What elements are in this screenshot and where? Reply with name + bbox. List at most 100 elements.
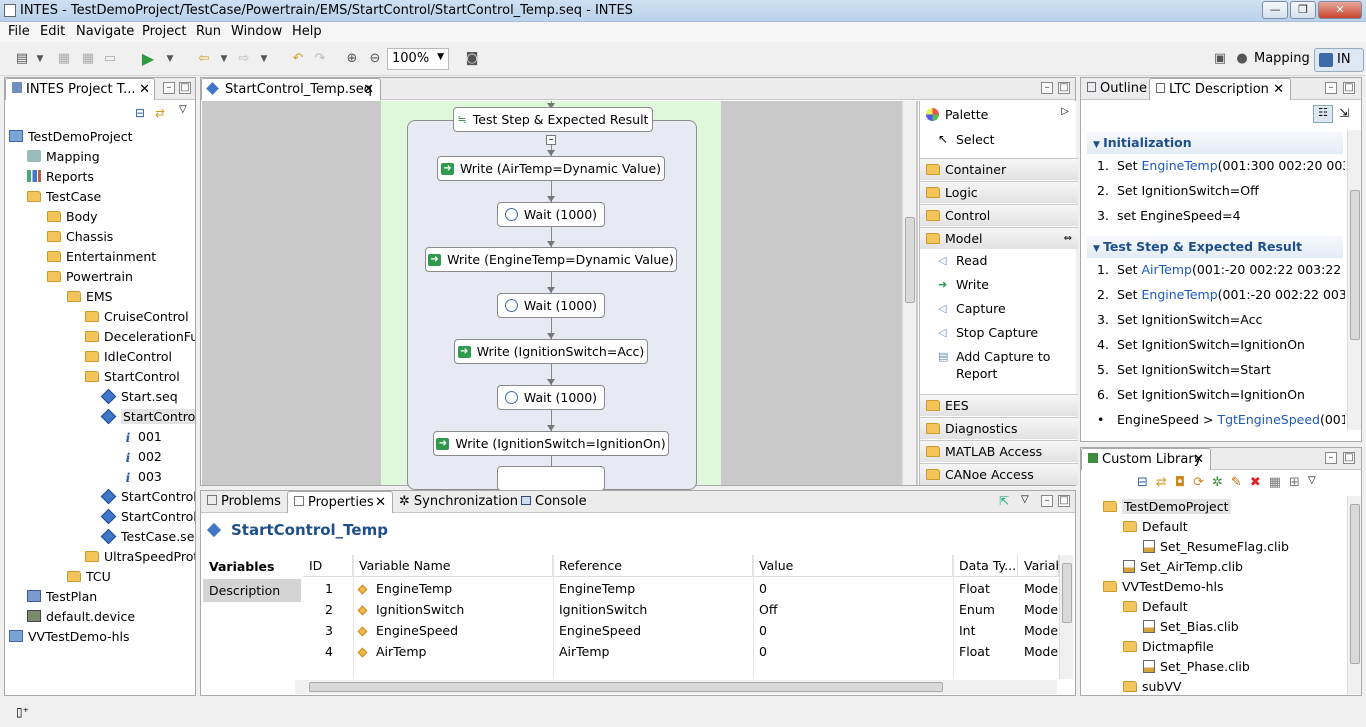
tree-item[interactable]: Start.seq [100, 386, 178, 406]
run-icon[interactable]: ▶ [140, 51, 156, 67]
view-menu-icon[interactable]: ▽ [1308, 475, 1316, 493]
library-item[interactable]: TestDemoProject [1103, 496, 1231, 516]
zoom-select[interactable]: 100% ▼ [387, 48, 449, 70]
close-icon[interactable]: ✕ [139, 82, 150, 97]
palette-drawer-ees[interactable]: EES [920, 394, 1078, 416]
column-header[interactable]: Data Ty... [953, 555, 1018, 577]
close-icon[interactable]: ✕ [1273, 82, 1284, 97]
minimize-icon[interactable]: – [1041, 82, 1053, 94]
maximize-icon[interactable]: □ [1058, 82, 1070, 94]
table-vscrollbar[interactable] [1059, 555, 1073, 679]
library-item[interactable]: Set_Bias.clib [1143, 616, 1239, 636]
tab-outline[interactable]: Outline [1081, 78, 1149, 100]
view-menu-icon[interactable]: ▽ [1021, 494, 1029, 505]
menu-run[interactable]: Run [196, 24, 221, 39]
side-tab-description[interactable]: Description [203, 579, 301, 602]
library-item[interactable]: Default [1123, 516, 1188, 536]
ltc-variable-link[interactable]: AirTemp [1142, 262, 1192, 277]
menu-project[interactable]: Project [142, 24, 186, 39]
tree-item[interactable]: i 002 [123, 446, 162, 466]
link-icon[interactable]: ⇄ [1156, 475, 1167, 493]
menu-window[interactable]: Window [231, 24, 282, 39]
palette-select-tool[interactable]: ↖ Select [938, 132, 995, 147]
library-item[interactable]: Default [1123, 596, 1188, 616]
palette-item-read[interactable]: ◁ Read [938, 252, 1073, 269]
write-node[interactable]: ➜ Write (AirTemp=Dynamic Value) [437, 156, 665, 181]
tab-properties[interactable]: Properties ✕ [287, 491, 393, 513]
column-header[interactable]: Variable Name [353, 555, 553, 577]
library-scrollbar[interactable] [1347, 496, 1361, 694]
tree-view-icon[interactable]: ☷ [1313, 105, 1333, 123]
zoom-in-icon[interactable]: ⊕ [344, 51, 360, 67]
library-item[interactable]: Set_ResumeFlag.clib [1143, 536, 1289, 556]
table-row[interactable]: 2 IgnitionSwitch IgnitionSwitch Off Enum Mode [303, 599, 1059, 620]
close-icon[interactable]: ✕ [375, 495, 386, 510]
canvas-scrollbar[interactable] [902, 101, 916, 485]
column-header[interactable]: Value [753, 555, 953, 577]
table-hscrollbar[interactable] [295, 680, 1057, 694]
tree-item[interactable]: DecelerationFue [85, 326, 195, 346]
refresh-icon[interactable]: ⟳ [1193, 475, 1204, 493]
settings-icon[interactable]: ✲ [1212, 475, 1223, 493]
tree-item[interactable]: TestCase.sec [100, 526, 195, 546]
column-header[interactable]: Variab [1018, 555, 1059, 577]
column-header[interactable]: Reference [553, 555, 753, 577]
test-step-header-node[interactable]: ≒ Test Step & Expected Result [453, 107, 653, 132]
library-item[interactable]: VVTestDemo-hls [1103, 576, 1224, 596]
diagram-canvas[interactable]: ≒ Test Step & Expected Result – ➜ Write (A… [202, 101, 918, 491]
library-item[interactable]: subVV [1123, 676, 1181, 694]
side-tab-variables[interactable]: Variables [203, 555, 301, 578]
new-icon[interactable]: ▤ [14, 51, 30, 67]
tree-item[interactable]: IdleControl [85, 346, 172, 366]
minimize-icon[interactable]: – [1325, 82, 1337, 94]
tab-custom-library[interactable]: Custom Library ✕ [1081, 448, 1211, 470]
dropdown-icon[interactable]: ▼ [32, 51, 48, 67]
close-icon[interactable]: ✕ [363, 82, 374, 97]
tab-project-explorer[interactable]: INTES Project T... ✕ [5, 78, 155, 100]
tree-item[interactable]: Reports [27, 166, 94, 186]
table-icon[interactable]: ▦ [1269, 475, 1281, 493]
forward-dropdown-icon[interactable]: ▼ [256, 51, 272, 67]
menu-edit[interactable]: Edit [40, 24, 65, 39]
tab-editor-file[interactable]: StartControl_Temp.seq ✕ [201, 78, 381, 100]
write-node[interactable]: ➜ Write (EngineTemp=Dynamic Value) [425, 247, 677, 272]
export-icon[interactable]: ⇲ [1339, 106, 1349, 120]
save-icon[interactable]: ▦ [56, 51, 72, 67]
partial-node[interactable] [497, 466, 605, 491]
palette-header[interactable]: Palette ▷ [920, 101, 1077, 127]
ltc-variable-link[interactable]: EngineTemp [1142, 287, 1218, 302]
library-item[interactable]: Dictmapfile [1123, 636, 1214, 656]
open-perspective-icon[interactable]: ▣ [1212, 51, 1228, 67]
tree-item[interactable]: i 003 [123, 466, 162, 486]
redo-icon[interactable]: ↷ [312, 51, 328, 67]
tree-item[interactable]: VVTestDemo-hls [9, 626, 130, 646]
palette-item-capture[interactable]: ◁ Capture [938, 300, 1073, 317]
palette-drawer-model[interactable]: Model ⇔ [920, 227, 1078, 249]
minimize-icon[interactable]: – [163, 82, 175, 94]
tree-item[interactable]: default.device [27, 606, 135, 626]
tree-item[interactable]: StartControl_ [100, 406, 195, 426]
tab-synchronization[interactable]: ✲ Synchronization [393, 491, 518, 513]
tree-item[interactable]: CruiseControl [85, 306, 189, 326]
write-node[interactable]: ➜ Write (IgnitionSwitch=Acc) [454, 339, 648, 364]
maximize-icon[interactable]: □ [1343, 82, 1355, 94]
run-dropdown-icon[interactable]: ▼ [162, 51, 178, 67]
zoom-out-icon[interactable]: ⊖ [367, 51, 383, 67]
library-item[interactable]: Set_Phase.clib [1143, 656, 1250, 676]
link-editor-icon[interactable]: ⇄ [155, 106, 165, 120]
ltc-section-header[interactable]: ▼ Initialization [1087, 132, 1343, 154]
table-row[interactable]: 3 EngineSpeed EngineSpeed 0 Int Mode [303, 620, 1059, 641]
tree-item[interactable]: StartControl_ [100, 486, 195, 506]
tree-item[interactable]: TestDemoProject [9, 126, 133, 146]
palette-collapse-icon[interactable]: ▷ [1061, 106, 1069, 117]
expand-icon[interactable]: ⊞ [1289, 475, 1300, 493]
edit-icon[interactable]: ✎ [1231, 475, 1242, 493]
minimize-button[interactable]: — [1262, 1, 1288, 19]
close-button[interactable]: ✕ [1318, 1, 1362, 19]
palette-item-stop-capture[interactable]: ◁ Stop Capture [938, 324, 1073, 341]
view-menu-icon[interactable]: ▽ [179, 104, 187, 115]
tree-item[interactable]: i 001 [123, 426, 162, 446]
minimize-icon[interactable]: – [1325, 452, 1337, 464]
palette-item-add-capture-to-report[interactable]: ▤ Add Capture to Report [938, 348, 1073, 382]
tree-item[interactable]: TestPlan [27, 586, 97, 606]
